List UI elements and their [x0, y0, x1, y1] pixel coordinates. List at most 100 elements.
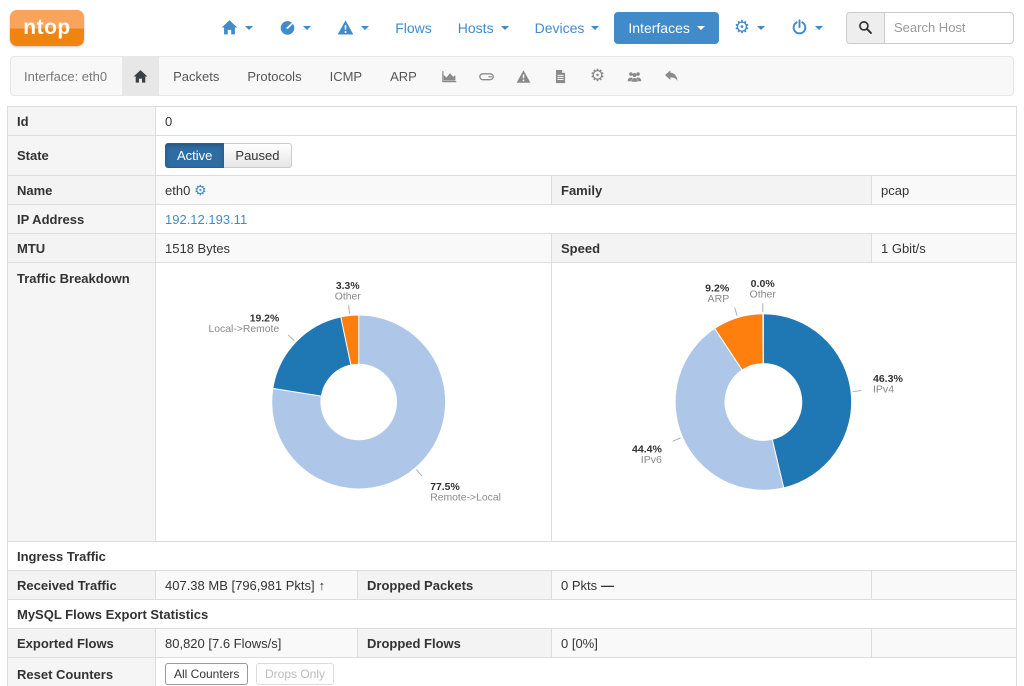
mtu-label: MTU	[8, 234, 156, 263]
nav-flows[interactable]: Flows	[384, 13, 443, 43]
slice-name-label-arp: ARP	[708, 293, 730, 305]
chevron-down-icon	[361, 26, 369, 30]
id-label: Id	[8, 107, 156, 136]
search-icon	[858, 20, 873, 35]
slice-name-label-ipv4: IPv4	[873, 383, 894, 395]
mtu-value: 1518 Bytes	[156, 234, 552, 263]
label-tick	[853, 391, 862, 392]
top-navbar: ntop Flows Hosts Devices Interfaces ⚙	[0, 0, 1024, 55]
table-row: Reset Counters All Counters Drops Only	[8, 658, 1017, 686]
dropped-flows-label: Dropped Flows	[358, 629, 552, 658]
received-traffic-label: Received Traffic	[8, 571, 156, 600]
tab-storage[interactable]	[468, 69, 505, 84]
tab-protocols[interactable]: Protocols	[233, 69, 315, 84]
tab-back[interactable]	[653, 69, 690, 84]
label-tick	[349, 305, 350, 313]
exported-flows-label: Exported Flows	[8, 629, 156, 658]
section-header-row: Ingress Traffic	[8, 542, 1017, 571]
chevron-down-icon	[245, 26, 253, 30]
tab-home-active[interactable]	[122, 57, 159, 95]
ip-value: 192.12.193.11	[156, 205, 1017, 234]
slice-percent-label-other: 3.3%	[336, 281, 360, 292]
tab-alerts[interactable]	[505, 69, 542, 84]
traffic-protocol-donut-chart: 46.3%IPv444.4%IPv69.2%ARP0.0%Other	[561, 268, 1007, 536]
search-button[interactable]	[846, 12, 884, 44]
reset-counters-label: Reset Counters	[8, 658, 156, 686]
traffic-protocol-chart-cell: 46.3%IPv444.4%IPv69.2%ARP0.0%Other	[552, 263, 1017, 542]
dashboard-menu[interactable]	[268, 12, 322, 43]
exported-flows-value: 80,820 [7.6 Flows/s]	[156, 629, 358, 658]
tab-users[interactable]	[616, 69, 653, 84]
ntop-logo[interactable]: ntop	[10, 10, 84, 46]
tab-report[interactable]	[542, 69, 579, 84]
table-row: MTU 1518 Bytes Speed 1 Gbit/s	[8, 234, 1017, 263]
tab-settings[interactable]: ⚙	[579, 68, 616, 85]
traffic-direction-donut-chart: 77.5%Remote->Local19.2%Local->Remote3.3%…	[165, 268, 542, 536]
gear-icon: ⚙	[734, 19, 750, 37]
interface-toolbar: Interface: eth0 Packets Protocols ICMP A…	[10, 56, 1014, 96]
ip-address-link[interactable]: 192.12.193.11	[165, 212, 247, 227]
slice-name-label-other: Other	[750, 288, 777, 300]
speed-label: Speed	[552, 234, 872, 263]
section-header-row: MySQL Flows Export Statistics	[8, 600, 1017, 629]
slice-name-label-other: Other	[335, 292, 361, 303]
alert-triangle-icon	[337, 19, 354, 36]
host-search	[846, 12, 1014, 44]
reset-counters-cell: All Counters Drops Only	[156, 658, 1017, 686]
chevron-down-icon	[815, 26, 823, 30]
traffic-breakdown-label: Traffic Breakdown	[8, 263, 156, 542]
dropped-packets-value: 0 Pkts —	[552, 571, 872, 600]
interface-details-table: Id 0 State Active Paused Name eth0 ⚙ Fam…	[7, 106, 1017, 686]
table-row: IP Address 192.12.193.11	[8, 205, 1017, 234]
alerts-menu[interactable]	[326, 12, 380, 43]
logo-text: ntop	[23, 16, 70, 40]
tab-arp[interactable]: ARP	[376, 69, 431, 84]
label-tick	[673, 438, 681, 441]
donut-slice-local-remote	[273, 317, 351, 396]
family-label: Family	[552, 176, 872, 205]
reset-all-counters-button[interactable]: All Counters	[165, 663, 248, 685]
traffic-direction-chart-cell: 77.5%Remote->Local19.2%Local->Remote3.3%…	[156, 263, 552, 542]
speed-value: 1 Gbit/s	[872, 234, 1017, 263]
table-row: Exported Flows 80,820 [7.6 Flows/s] Drop…	[8, 629, 1017, 658]
dropped-packets-text: 0 Pkts	[561, 578, 597, 593]
undo-arrow-icon	[664, 69, 679, 84]
alert-triangle-icon	[516, 69, 531, 84]
slice-name-label-local-remote: Local->Remote	[209, 324, 280, 335]
empty-cell	[872, 629, 1017, 658]
traffic-breakdown-row: Traffic Breakdown 77.5%Remote->Local19.2…	[8, 263, 1017, 542]
label-tick	[735, 307, 738, 315]
slice-name-label-remote-local: Remote->Local	[430, 492, 501, 503]
nav-interfaces-active[interactable]: Interfaces	[614, 12, 718, 44]
nav-devices[interactable]: Devices	[524, 13, 611, 43]
tab-icmp[interactable]: ICMP	[316, 69, 377, 84]
chevron-down-icon	[303, 26, 311, 30]
minus-icon: —	[601, 578, 614, 593]
gear-icon[interactable]: ⚙	[194, 183, 207, 199]
home-menu[interactable]	[210, 12, 264, 43]
name-label: Name	[8, 176, 156, 205]
state-active-button[interactable]: Active	[165, 143, 224, 168]
settings-menu[interactable]: ⚙	[723, 12, 776, 44]
search-input[interactable]	[884, 12, 1014, 44]
nav-hosts[interactable]: Hosts	[447, 13, 520, 43]
mysql-export-header: MySQL Flows Export Statistics	[8, 600, 1017, 629]
interface-name: eth0	[165, 183, 190, 198]
power-menu[interactable]	[780, 12, 834, 43]
tab-charts[interactable]	[431, 69, 468, 84]
chevron-down-icon	[757, 26, 765, 30]
dropped-packets-label: Dropped Packets	[358, 571, 552, 600]
interface-context-label: Interface: eth0	[11, 69, 122, 84]
home-icon	[221, 19, 238, 36]
state-paused-button[interactable]: Paused	[224, 143, 291, 168]
tab-packets[interactable]: Packets	[159, 69, 233, 84]
gauge-icon	[279, 19, 296, 36]
reset-drops-only-button[interactable]: Drops Only	[256, 663, 334, 685]
chevron-down-icon	[501, 26, 509, 30]
power-icon	[791, 19, 808, 36]
label-tick	[288, 335, 294, 341]
slice-percent-label-remote-local: 77.5%	[430, 482, 459, 493]
arrow-up-icon: ↑	[319, 578, 326, 593]
received-traffic-text: 407.38 MB [796,981 Pkts]	[165, 578, 315, 593]
nav-hosts-label: Hosts	[458, 20, 494, 36]
